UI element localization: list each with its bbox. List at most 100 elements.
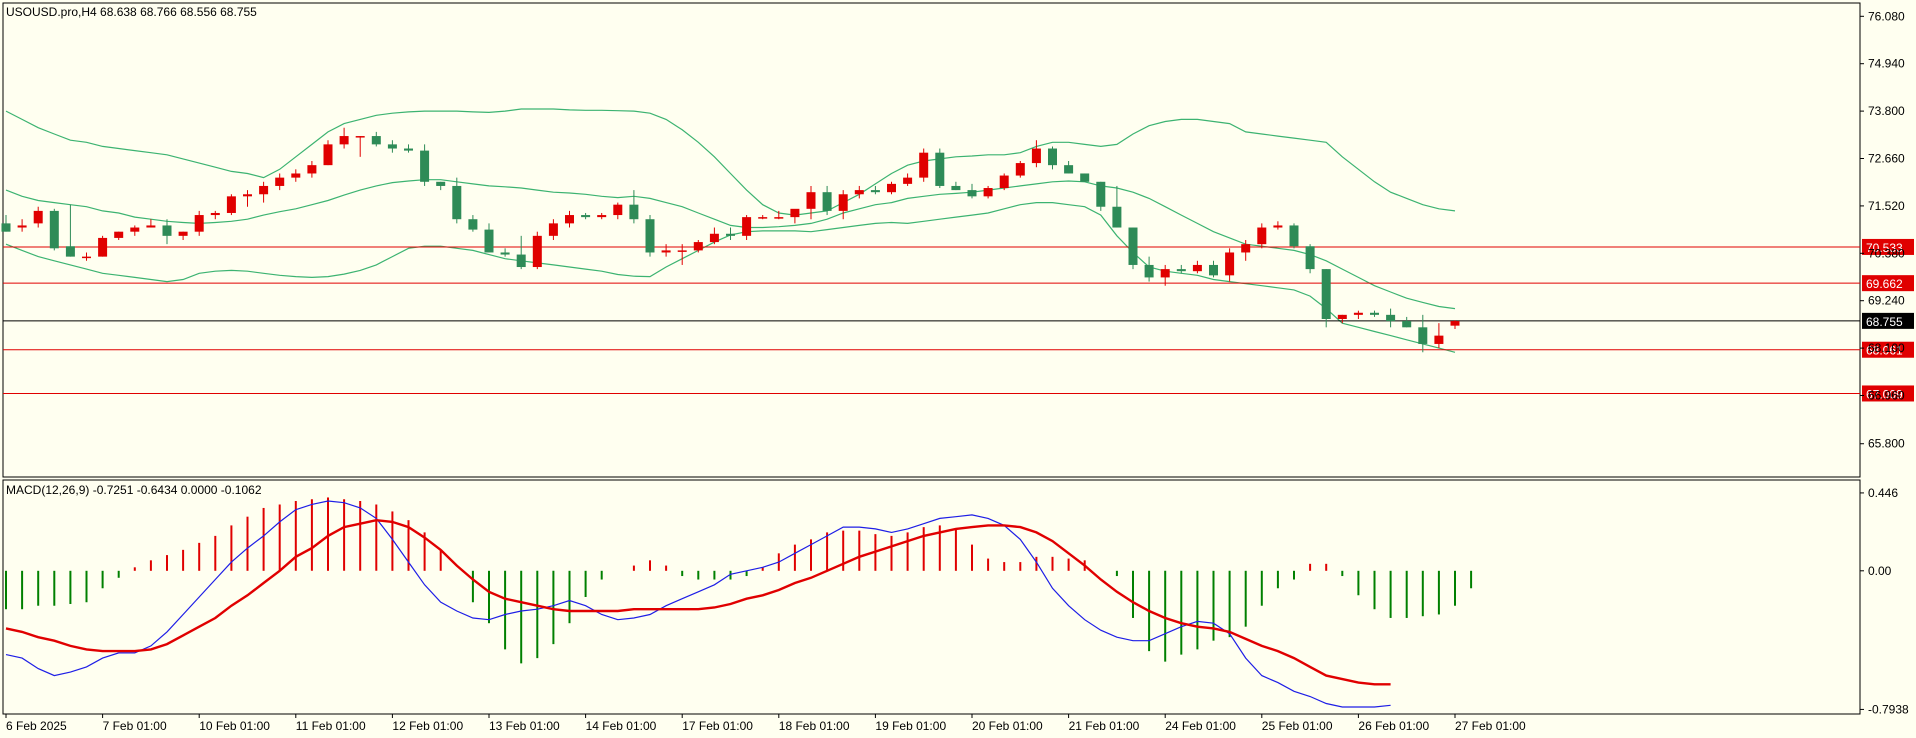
price-tick-label: 66.960	[1868, 389, 1905, 403]
candle-body	[726, 233, 735, 236]
macd-tick-label: 0.446	[1868, 486, 1898, 500]
time-tick-label: 13 Feb 01:00	[489, 719, 560, 733]
candle-body	[146, 225, 156, 228]
candle-body	[1257, 227, 1267, 245]
candle-body	[178, 231, 188, 236]
candle-body	[597, 215, 607, 218]
candle-body	[565, 215, 574, 224]
candle-body	[436, 181, 446, 186]
candle-body	[371, 136, 381, 145]
candle-body	[226, 196, 236, 213]
candle-body	[17, 225, 27, 228]
macd-lines	[5, 500, 1391, 708]
candle-body	[613, 204, 623, 216]
candle-body	[903, 177, 913, 184]
trading-chart: 70.53369.66268.06167.00968.75576.08074.9…	[1, 2, 1915, 733]
candle-body	[1418, 327, 1428, 344]
macd-pane-title: MACD(12,26,9) -0.7251 -0.6434 0.0000 -0.…	[6, 483, 262, 497]
time-tick-label: 10 Feb 01:00	[199, 719, 270, 733]
candle-body	[1370, 312, 1379, 315]
candle-body	[291, 173, 301, 178]
price-pane[interactable]: 70.53369.66268.06167.00968.75576.08074.9…	[1, 2, 1915, 478]
candle-body	[645, 219, 655, 253]
time-tick-label: 25 Feb 01:00	[1262, 719, 1333, 733]
candle-body	[275, 177, 285, 186]
candle-body	[1128, 227, 1138, 265]
candle-body	[1273, 225, 1283, 228]
candle-body	[1064, 165, 1074, 174]
candle-body	[1096, 181, 1106, 207]
candle-body	[82, 256, 91, 259]
candle-body	[65, 246, 75, 257]
price-pane-title: USOUSD.pro,H4 68.638 68.766 68.556 68.75…	[6, 5, 257, 19]
time-tick-label: 6 Feb 2025	[6, 719, 67, 733]
candle-body	[661, 250, 671, 253]
candle-body	[307, 165, 317, 174]
candle-body	[581, 215, 591, 218]
candle-body	[1450, 321, 1460, 326]
macd-histogram	[5, 497, 1473, 664]
candle-body	[355, 136, 365, 138]
candle-body	[500, 252, 510, 255]
candle-body	[935, 152, 945, 186]
time-axis: 6 Feb 2025 7 Feb 01:00 10 Feb 01:00 11 Feb …	[5, 714, 1526, 733]
price-pane-frame	[2, 2, 1861, 478]
current-price-label: 68.755	[1866, 315, 1903, 329]
candle-body	[452, 185, 462, 220]
signal-line	[5, 518, 1391, 686]
candle-body	[629, 204, 639, 220]
macd-line	[5, 500, 1391, 708]
candle-body	[709, 233, 719, 243]
candle-body	[967, 190, 977, 197]
candle-body	[210, 212, 220, 216]
candle-body	[999, 175, 1009, 189]
time-tick-label: 26 Feb 01:00	[1358, 719, 1429, 733]
candle-body	[693, 242, 703, 251]
price-tick-label: 73.800	[1868, 104, 1905, 118]
bollinger-middle	[5, 179, 1456, 310]
candle-body	[1434, 335, 1444, 344]
candles	[1, 127, 1460, 353]
price-axis: 70.53369.66268.06167.00968.75576.08074.9…	[1860, 9, 1914, 451]
candle-body	[854, 190, 864, 195]
candle-body	[259, 185, 269, 195]
horizontal-levels[interactable]	[3, 246, 1860, 394]
candle-body	[387, 144, 397, 149]
candle-body	[870, 190, 880, 193]
candle-body	[1048, 148, 1057, 166]
candle-body	[951, 185, 961, 191]
candle-body	[1337, 314, 1347, 319]
price-tick-label: 70.380	[1868, 246, 1905, 260]
macd-tick-label: -0.7938	[1868, 702, 1909, 716]
candle-body	[516, 254, 526, 268]
time-tick-label: 14 Feb 01:00	[586, 719, 657, 733]
candle-body	[806, 192, 816, 209]
candle-body	[98, 237, 108, 257]
candle-body	[1176, 269, 1186, 272]
candle-body	[1321, 269, 1331, 319]
macd-pane[interactable]: 0.446 0.00 -0.7938 MACD(12,26,9) -0.7251 -…	[2, 479, 1909, 716]
candle-body	[1402, 321, 1412, 328]
candle-body	[339, 136, 349, 145]
time-tick-label: 11 Feb 01:00	[296, 719, 366, 733]
candle-body	[1144, 264, 1154, 278]
time-tick-label: 18 Feb 01:00	[779, 719, 850, 733]
candle-body	[468, 219, 478, 230]
price-tick-label: 65.800	[1868, 437, 1905, 451]
time-tick-label: 7 Feb 01:00	[103, 719, 167, 733]
time-tick-label: 12 Feb 01:00	[392, 719, 463, 733]
bollinger-upper	[5, 108, 1456, 216]
candle-body	[49, 210, 59, 249]
candle-body	[1289, 225, 1299, 247]
candle-body	[404, 148, 413, 151]
time-tick-label: 20 Feb 01:00	[972, 719, 1043, 733]
macd-axis: 0.446 0.00 -0.7938	[1860, 486, 1909, 716]
price-tick-label: 76.080	[1868, 9, 1905, 23]
candle-body	[1353, 312, 1363, 315]
time-tick-label: 19 Feb 01:00	[875, 719, 946, 733]
candle-body	[420, 150, 430, 182]
candle-body	[1386, 314, 1396, 322]
price-tick-label: 68.100	[1868, 341, 1905, 355]
candle-body	[887, 183, 896, 193]
candle-body	[1160, 269, 1170, 278]
